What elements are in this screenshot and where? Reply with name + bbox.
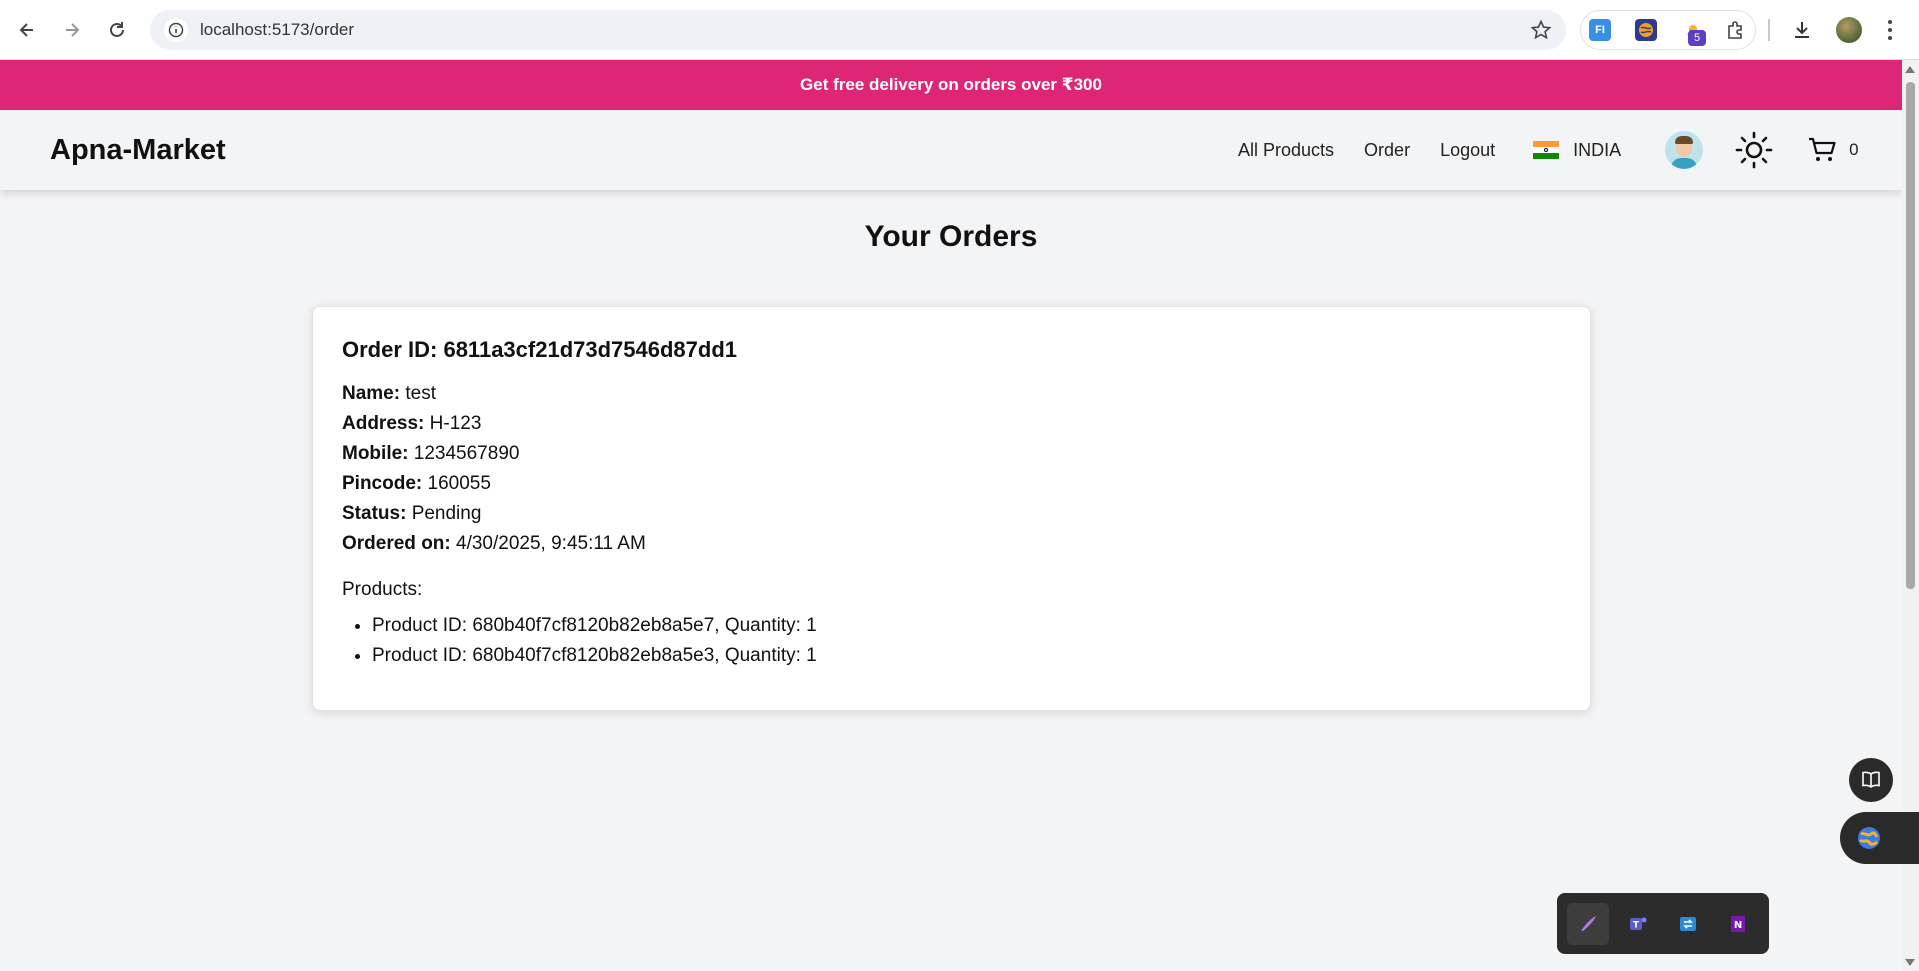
url-text[interactable]: localhost:5173/order — [200, 20, 354, 40]
globe-icon — [1858, 827, 1880, 849]
products-label: Products: — [342, 579, 423, 600]
svg-text:T: T — [1633, 920, 1640, 930]
scroll-down-icon[interactable] — [1905, 959, 1915, 966]
cart-count: 0 — [1849, 140, 1859, 159]
pen-app-icon[interactable] — [1567, 902, 1609, 945]
scrollbar-thumb[interactable] — [1906, 82, 1915, 589]
list-item: Product ID: 680b40f7cf8120b82eb8a5e3, Qu… — [372, 641, 1561, 671]
user-avatar[interactable] — [1665, 131, 1704, 169]
order-field-ordered-on: Ordered on: 4/30/2025, 9:45:11 AM — [342, 533, 646, 554]
reload-icon[interactable] — [101, 14, 133, 46]
order-id: Order ID: 6811a3cf21d73d7546d87dd1 — [342, 337, 738, 362]
remote-app-icon[interactable] — [1667, 903, 1709, 945]
order-field-status: Status: Pending — [342, 503, 482, 524]
page-title: Your Orders — [864, 220, 1038, 253]
download-icon[interactable] — [1791, 19, 1813, 41]
order-field-mobile: Mobile: 1234567890 — [342, 443, 520, 464]
order-field-address: Address: H-123 — [342, 413, 482, 434]
theme-toggle-sun-icon[interactable] — [1735, 131, 1773, 169]
extension-badge: 5 — [1688, 30, 1706, 46]
book-icon — [1862, 771, 1880, 788]
extension-globe-icon[interactable] — [1635, 19, 1657, 41]
order-field-name: Name: test — [342, 383, 436, 404]
browser-toolbar: localhost:5173/order FI 5 — [0, 0, 1919, 60]
products-list: Product ID: 680b40f7cf8120b82eb8a5e7, Qu… — [342, 611, 1561, 671]
list-item: Product ID: 680b40f7cf8120b82eb8a5e7, Qu… — [372, 611, 1561, 641]
forward-icon[interactable] — [56, 14, 88, 46]
site-logo[interactable]: Apna-Market — [50, 134, 226, 167]
nav-all-products[interactable]: All Products — [1238, 140, 1334, 161]
nav-order[interactable]: Order — [1364, 140, 1410, 161]
toolbar-separator — [1768, 19, 1770, 41]
cart-icon — [1809, 137, 1836, 161]
extension-fi-icon[interactable]: FI — [1589, 19, 1611, 41]
reader-book-button[interactable] — [1849, 758, 1893, 802]
cart-button[interactable]: 0 — [1807, 136, 1859, 164]
floating-taskbar: T N — [1557, 893, 1769, 954]
onenote-icon[interactable]: N — [1717, 903, 1759, 945]
svg-text:N: N — [1734, 920, 1742, 931]
teams-icon[interactable]: T — [1617, 903, 1659, 945]
order-card: Order ID: 6811a3cf21d73d7546d87dd1 Name:… — [312, 306, 1591, 711]
site-info-icon[interactable] — [164, 18, 188, 42]
country-selector[interactable]: INDIA — [1573, 140, 1621, 161]
address-bar[interactable]: localhost:5173/order — [150, 10, 1566, 50]
page-viewport: Get free delivery on orders over ₹300 Ap… — [0, 60, 1902, 971]
order-field-pincode: Pincode: 160055 — [342, 473, 491, 494]
browser-menu-icon[interactable] — [1885, 16, 1895, 49]
bookmark-star-icon[interactable] — [1530, 19, 1552, 46]
nav-logout[interactable]: Logout — [1440, 140, 1495, 161]
back-icon[interactable] — [11, 14, 43, 46]
india-flag-icon[interactable] — [1533, 141, 1560, 159]
promo-text: Get free delivery on orders over ₹300 — [800, 75, 1102, 94]
promo-banner: Get free delivery on orders over ₹300 — [0, 60, 1902, 110]
profile-avatar[interactable] — [1836, 17, 1862, 43]
floating-extension-button[interactable] — [1840, 812, 1919, 864]
scroll-up-icon[interactable] — [1905, 66, 1915, 73]
site-header: Apna-Market All Products Order Logout IN… — [0, 110, 1902, 190]
extensions-puzzle-icon[interactable] — [1725, 19, 1747, 41]
main-nav: All Products Order Logout INDIA 0 — [1238, 110, 1859, 190]
